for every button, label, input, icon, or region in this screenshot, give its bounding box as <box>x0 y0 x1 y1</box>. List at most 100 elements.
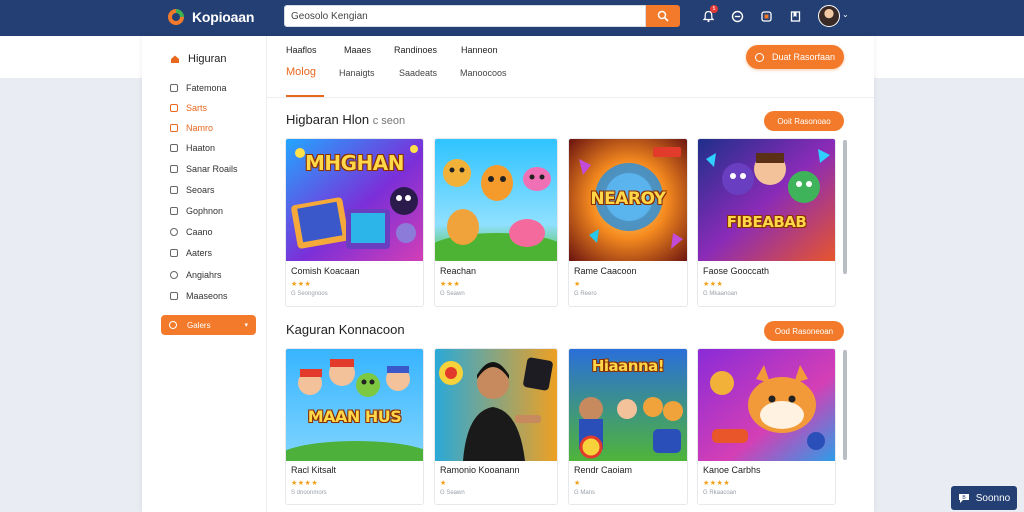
sidebar-title[interactable]: Higuran <box>170 53 227 65</box>
sidebar-item-haaton[interactable]: Haaton <box>170 141 215 155</box>
star-rating-icon: ★★★ <box>440 281 461 288</box>
brand-logo-icon[interactable] <box>166 7 186 27</box>
game-meta: G Seongnoos <box>291 291 328 297</box>
tab-saadeats[interactable]: Saadeats <box>399 68 437 78</box>
grid-icon <box>170 144 178 152</box>
star-rating-icon: ★ <box>440 480 447 487</box>
folder-icon <box>170 207 178 215</box>
sidebar-item-gophnon[interactable]: Gophnon <box>170 204 223 218</box>
sidebar-item-sanar-roails[interactable]: Sanar Roails <box>170 162 238 176</box>
search-button[interactable] <box>646 5 680 27</box>
section-action-button[interactable]: Ooit Rasonoao <box>764 111 844 131</box>
game-name: Rendr Caoiam <box>574 465 633 475</box>
sidebar-item-sarts[interactable]: Sarts <box>170 101 207 115</box>
sidebar-item-maaseons[interactable]: Maaseons <box>170 289 228 303</box>
sidebar-item-namro[interactable]: Namro <box>170 121 213 135</box>
brand-name[interactable]: Kopioaan <box>192 9 254 25</box>
game-art-image <box>698 139 835 261</box>
sliders-icon <box>170 186 178 194</box>
game-meta: G Mkaanoan <box>703 291 738 297</box>
game-art-image <box>435 139 557 261</box>
notification-button[interactable]: 5 <box>700 5 718 24</box>
top-bar: Kopioaan 5 ⌄ <box>0 0 1024 36</box>
nav-link-maaes[interactable]: Maaes <box>344 45 371 55</box>
library-button[interactable] <box>787 8 803 24</box>
carousel-scrollbar[interactable] <box>843 350 847 460</box>
game-name: Reachan <box>440 266 477 276</box>
game-name: Faose Gooccath <box>703 266 770 276</box>
header-divider <box>267 97 874 98</box>
game-meta: G Rkaacoan <box>703 490 737 496</box>
game-name: Comish Koacaan <box>291 266 360 276</box>
chat-icon <box>731 10 743 22</box>
circle-icon <box>754 52 764 62</box>
sidebar-item-caano[interactable]: Caano <box>170 225 213 239</box>
tab-manoocoos[interactable]: Manoocoos <box>460 68 507 78</box>
carousel-scrollbar[interactable] <box>843 140 847 274</box>
nav-link-randinoes[interactable]: Randinoes <box>394 45 437 55</box>
nav-link-haaflos[interactable]: Haaflos <box>286 45 317 55</box>
sidebar-divider <box>266 36 267 512</box>
star-rating-icon: ★ <box>574 480 581 487</box>
section-title: Kaguran Konnacoon <box>286 322 405 337</box>
game-thumbnail <box>698 349 835 461</box>
star-icon <box>170 104 178 112</box>
search-input[interactable] <box>284 5 646 27</box>
triangle-icon <box>170 249 178 257</box>
home-icon <box>171 55 179 63</box>
section-action-button[interactable]: Ood Rasoneoan <box>764 321 844 341</box>
game-thumbnail: MAAN HUS <box>286 349 423 461</box>
star-rating-icon: ★★★★ <box>703 480 731 487</box>
game-thumbnail: MHGHAN <box>286 139 423 261</box>
chat-bubble-icon: B <box>958 494 969 503</box>
globe-icon <box>169 321 177 329</box>
game-card[interactable]: Hiaanna! Rendr Caoiam ★ G Mans <box>568 348 688 505</box>
game-thumbnail <box>435 139 557 261</box>
sidebar-cta-button[interactable]: Galers ▾ <box>161 315 256 335</box>
game-card[interactable]: Ramonio Kooanann ★ G Seawn <box>434 348 558 505</box>
nav-link-hanneon[interactable]: Hanneon <box>461 45 498 55</box>
support-chat-button[interactable]: B Soonno <box>951 486 1017 510</box>
game-thumbnail: FIBEABAB <box>698 139 835 261</box>
header-action-button[interactable]: Duat Rasorfaan <box>746 45 844 69</box>
game-art-image <box>286 349 423 461</box>
star-rating-icon: ★ <box>574 281 581 288</box>
game-art-title: MHGHAN <box>304 151 405 175</box>
circle-icon <box>170 228 178 236</box>
game-card[interactable]: MHGHAN Comish Koacaan ★★★ G Seongnoos <box>285 138 424 307</box>
game-art-title: Hiaanna! <box>591 357 665 375</box>
list-icon <box>170 84 178 92</box>
game-name: Rame Caacoon <box>574 266 637 276</box>
sidebar-item-aaters[interactable]: Aaters <box>170 246 212 260</box>
game-art-image <box>435 349 557 461</box>
game-meta: G Seawn <box>440 291 465 297</box>
user-avatar[interactable] <box>818 5 840 27</box>
notification-badge: 5 <box>710 5 718 13</box>
chevron-down-icon[interactable]: ⌄ <box>842 10 849 19</box>
box-icon <box>170 292 178 300</box>
game-card[interactable]: Reachan ★★★ G Seawn <box>434 138 558 307</box>
tab-hanaigts[interactable]: Hanaigts <box>339 68 375 78</box>
game-card[interactable]: MAAN HUS Racl Kitsalt ★★★★ S dnoonmors <box>285 348 424 505</box>
game-card[interactable]: NEAROY Rame Caacoon ★ G Reero <box>568 138 688 307</box>
search-icon <box>657 10 669 22</box>
messages-button[interactable] <box>729 8 745 24</box>
section-title: Higbaran Hlon c seon <box>286 112 406 127</box>
rewards-button[interactable] <box>758 8 774 24</box>
game-art-title: MAAN HUS <box>307 407 402 426</box>
game-card[interactable]: Kanoe Carbhs ★★★★ G Rkaacoan <box>697 348 836 505</box>
game-meta: G Reero <box>574 291 597 297</box>
game-art-title: NEAROY <box>590 189 666 209</box>
game-name: Ramonio Kooanann <box>440 465 520 475</box>
star-rating-icon: ★★★ <box>703 281 724 288</box>
tab-molog[interactable]: Molog <box>286 66 316 78</box>
game-name: Racl Kitsalt <box>291 465 337 475</box>
star-rating-icon: ★★★ <box>291 281 312 288</box>
sidebar-item-angiahrs[interactable]: Angiahrs <box>170 268 222 282</box>
tag-icon <box>170 165 178 173</box>
sidebar-item-fatemona[interactable]: Fatemona <box>170 81 227 95</box>
user-icon <box>170 271 178 279</box>
sidebar-item-seoars[interactable]: Seoars <box>170 183 215 197</box>
game-thumbnail: Hiaanna! <box>569 349 687 461</box>
game-card[interactable]: FIBEABAB Faose Gooccath ★★★ G Mkaanoan <box>697 138 836 307</box>
